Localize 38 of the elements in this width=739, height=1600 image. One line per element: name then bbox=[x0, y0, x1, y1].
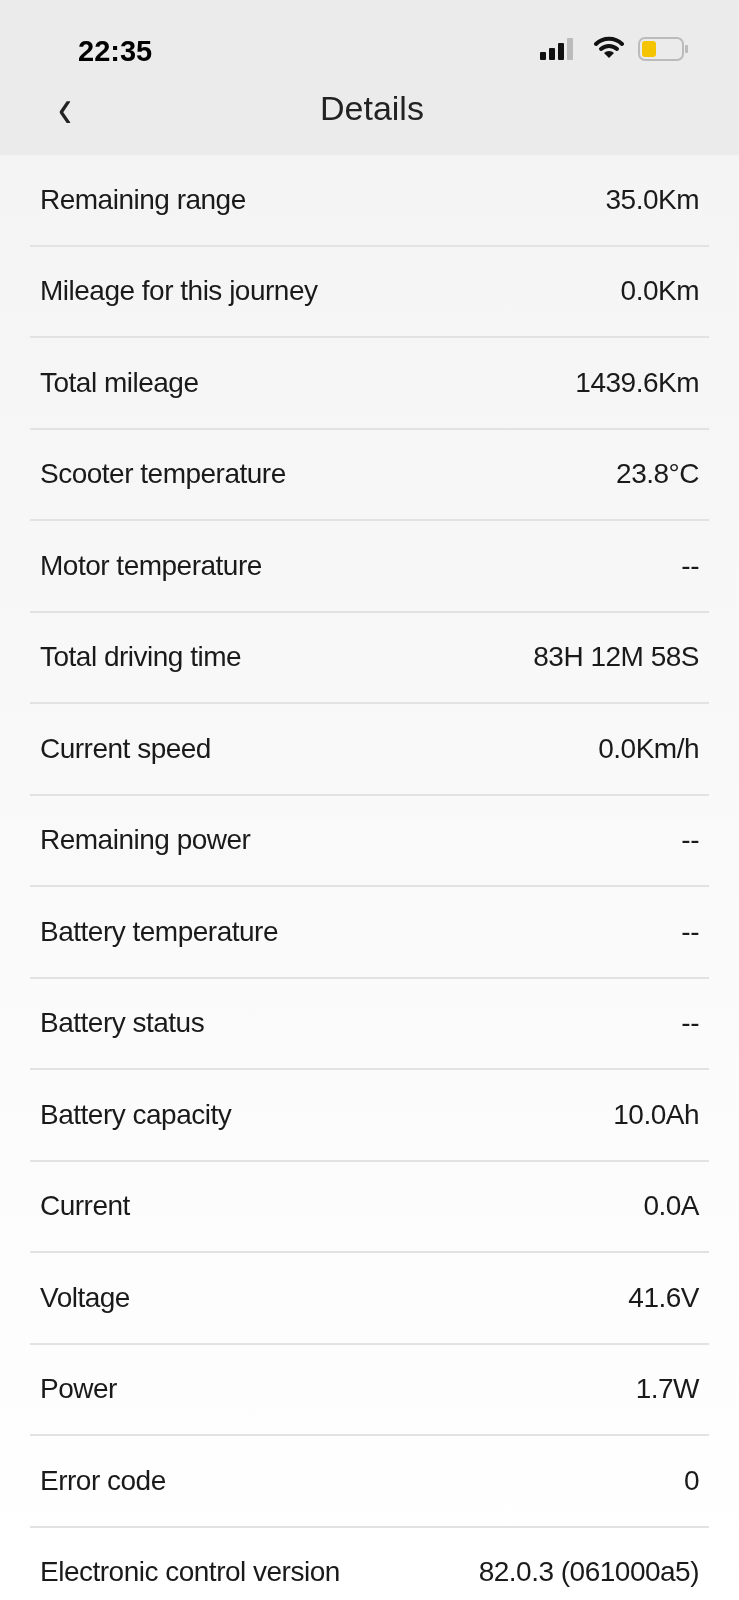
row-value: 0.0A bbox=[643, 1189, 699, 1224]
row-value: 83H 12M 58S bbox=[533, 640, 699, 675]
row-value: -- bbox=[681, 1006, 699, 1041]
status-time: 22:35 bbox=[78, 34, 153, 69]
signal-icon bbox=[540, 38, 576, 60]
row-value: 0.0Km/h bbox=[598, 731, 699, 766]
row-label: Motor temperature bbox=[40, 548, 262, 583]
battery-icon bbox=[638, 37, 690, 61]
row-value: 10.0Ah bbox=[613, 1097, 699, 1132]
row-label: Current speed bbox=[40, 731, 211, 766]
row-label: Battery temperature bbox=[40, 914, 278, 949]
row-value: 23.8°C bbox=[616, 457, 699, 492]
row-value: 0 bbox=[683, 1463, 699, 1498]
page-title: Details bbox=[320, 87, 424, 129]
row-label: Current bbox=[40, 1189, 130, 1224]
back-button[interactable]: ‹ bbox=[53, 80, 77, 136]
row-label: Remaining power bbox=[40, 823, 251, 858]
row-label: Electronic control version bbox=[40, 1555, 340, 1590]
row-label: Power bbox=[40, 1372, 117, 1407]
row-label: Mileage for this journey bbox=[40, 274, 318, 309]
row-value: 0.0Km bbox=[620, 274, 699, 309]
row-value: 41.6V bbox=[628, 1280, 699, 1315]
row-value: -- bbox=[681, 914, 699, 949]
row-label: Voltage bbox=[40, 1280, 130, 1315]
row-label: Scooter temperature bbox=[40, 457, 286, 492]
row-value: 1.7W bbox=[635, 1372, 699, 1407]
row-value: -- bbox=[681, 548, 699, 583]
row-label: Battery status bbox=[40, 1006, 205, 1041]
row-label: Battery capacity bbox=[40, 1097, 232, 1132]
row-label: Total driving time bbox=[40, 640, 242, 675]
wifi-icon bbox=[594, 36, 624, 60]
row-value: 1439.6Km bbox=[575, 365, 699, 400]
row-label: Total mileage bbox=[40, 365, 199, 400]
row-value: -- bbox=[681, 823, 699, 858]
row-label: Remaining range bbox=[40, 182, 246, 217]
row-value: 35.0Km bbox=[605, 182, 699, 217]
row-value: 82.0.3 (061000a5) bbox=[478, 1555, 699, 1590]
row-label: Error code bbox=[40, 1463, 166, 1498]
